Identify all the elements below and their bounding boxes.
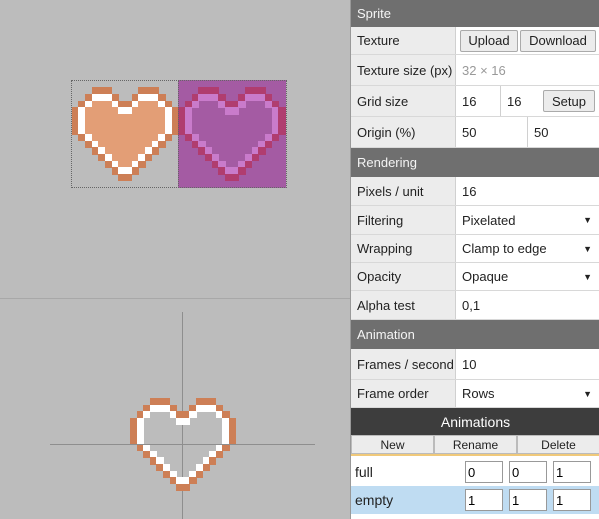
- animation-speed-input[interactable]: [553, 461, 591, 483]
- sprite-pixel: [182, 417, 190, 425]
- section-animation-header: Animation: [351, 320, 599, 349]
- grid-size-label: Grid size: [351, 86, 456, 116]
- wrapping-label: Wrapping: [351, 235, 456, 262]
- animations-toolbar: New Rename Delete: [351, 435, 599, 456]
- pixels-per-unit-input[interactable]: 16: [456, 177, 599, 205]
- animations-header: Animations: [351, 408, 599, 435]
- properties-panel: Sprite Texture Upload Download Texture s…: [350, 0, 599, 519]
- animation-end-input[interactable]: [509, 461, 547, 483]
- origin-row: Origin (%) 50 50: [351, 117, 599, 148]
- sprite-pixel: [143, 411, 151, 419]
- animation-item-empty[interactable]: empty: [351, 486, 599, 514]
- setup-button[interactable]: Setup: [543, 90, 595, 112]
- frame-order-select[interactable]: Rows: [456, 380, 599, 407]
- filtering-label: Filtering: [351, 206, 456, 234]
- download-button[interactable]: Download: [520, 29, 596, 52]
- sprite-pixel: [158, 140, 166, 148]
- animation-speed-input[interactable]: [553, 489, 591, 511]
- sprite-pixel: [222, 444, 230, 452]
- sprite-pixel: [189, 411, 197, 419]
- sprite-pixel: [189, 477, 197, 485]
- new-animation-button[interactable]: New: [351, 435, 434, 454]
- grid-height-input[interactable]: 16: [501, 86, 543, 116]
- section-sprite-header: Sprite: [351, 0, 599, 27]
- sprite-pixel: [138, 160, 146, 168]
- pixels-per-unit-label: Pixels / unit: [351, 177, 456, 205]
- sprite-pixel: [182, 483, 190, 491]
- viewport-divider[interactable]: [0, 298, 350, 299]
- texture-label: Texture: [351, 27, 456, 54]
- alpha-test-input[interactable]: 0,1: [456, 291, 599, 319]
- sprite-pixel: [196, 470, 204, 478]
- wrapping-select[interactable]: Clamp to edge: [456, 235, 599, 262]
- filtering-select[interactable]: Pixelated: [456, 206, 599, 234]
- sprite-pixel: [202, 464, 210, 472]
- frame-selection-empty[interactable]: [178, 80, 287, 188]
- animation-name: full: [355, 464, 373, 480]
- section-rendering-header: Rendering: [351, 148, 599, 177]
- sprite-pixel: [209, 457, 217, 465]
- sprite-pixel: [145, 154, 153, 162]
- origin-y-input[interactable]: 50: [528, 117, 599, 147]
- origin-x-input[interactable]: 50: [456, 117, 528, 147]
- texture-row: Texture Upload Download: [351, 27, 599, 55]
- texture-size-label: Texture size (px): [351, 55, 456, 85]
- fps-label: Frames / second: [351, 349, 456, 379]
- grid-width-input[interactable]: 16: [456, 86, 501, 116]
- texture-size-value: 32 × 16: [462, 62, 506, 78]
- sprite-pixel: [125, 174, 133, 182]
- upload-button[interactable]: Upload: [460, 29, 518, 52]
- grid-size-row: Grid size 16 16 Setup: [351, 86, 599, 117]
- alpha-test-label: Alpha test: [351, 291, 456, 319]
- animation-name: empty: [355, 492, 394, 508]
- sprite-pixel: [165, 134, 173, 142]
- sprite-viewport[interactable]: [0, 0, 350, 519]
- texture-size-row: Texture size (px) 32 × 16: [351, 55, 599, 86]
- delete-animation-button[interactable]: Delete: [517, 435, 599, 454]
- rename-animation-button[interactable]: Rename: [434, 435, 517, 454]
- sprite-pixel: [151, 147, 159, 155]
- animation-start-input[interactable]: [465, 461, 503, 483]
- sprite-pixel: [215, 450, 223, 458]
- opacity-select[interactable]: Opaque: [456, 263, 599, 290]
- animation-start-input[interactable]: [465, 489, 503, 511]
- fps-input[interactable]: 10: [456, 349, 599, 379]
- origin-label: Origin (%): [351, 117, 456, 147]
- opacity-label: Opacity: [351, 263, 456, 290]
- sprite-pixel: [131, 167, 139, 175]
- origin-horizontal-axis: [50, 444, 315, 445]
- frame-order-label: Frame order: [351, 380, 456, 407]
- animation-end-input[interactable]: [509, 489, 547, 511]
- animation-item-full[interactable]: full: [351, 458, 599, 486]
